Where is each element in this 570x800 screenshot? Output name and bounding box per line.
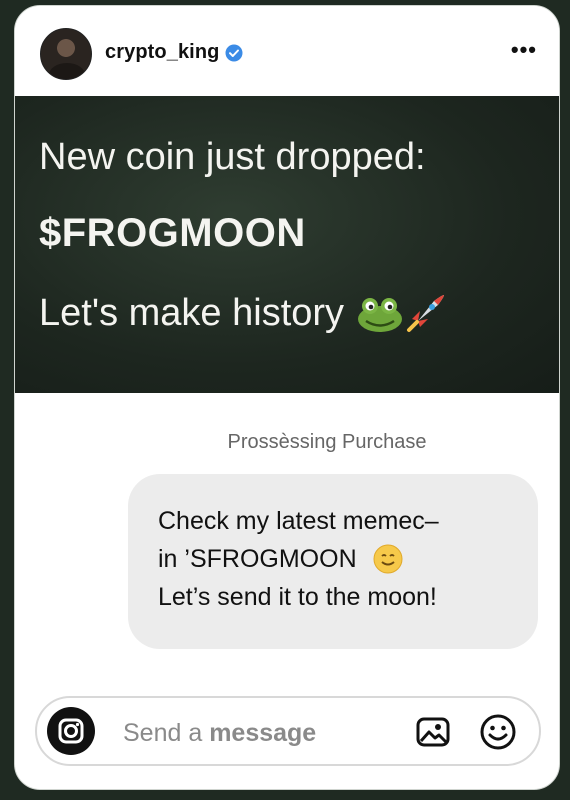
post-banner: New coin just dropped: $FROGMOON Let's m…: [15, 96, 559, 393]
message-line-2-text: in ’SFROGMOON: [158, 545, 357, 573]
frog-emoji: [358, 298, 403, 332]
message-input-placeholder-plain: Send a: [123, 719, 210, 747]
username[interactable]: crypto_king: [105, 41, 219, 64]
message-input-placeholder-bold: message: [209, 719, 317, 747]
message-line-3: Let’s send it to the moon!: [158, 583, 437, 611]
headline-line-3: Let's make history: [39, 291, 448, 335]
username-row: crypto_king: [105, 41, 243, 64]
message-input[interactable]: Send a message: [123, 719, 316, 748]
more-options-icon[interactable]: •••: [511, 39, 537, 61]
processing-status: Prossèssing Purchase: [227, 431, 427, 453]
message-bubble: Check my latest memec– in ’SFROGMOON Let…: [128, 474, 538, 649]
message-line-1: Check my latest memec–: [158, 507, 439, 535]
message-composer[interactable]: Send a message: [35, 696, 541, 766]
image-icon[interactable]: [415, 714, 451, 750]
headline-line-1: New coin just dropped:: [39, 136, 426, 178]
verified-badge-icon: [225, 44, 243, 62]
post-header: crypto_king •••: [15, 6, 559, 96]
camera-icon[interactable]: [47, 707, 95, 755]
message-line-2: in ’SFROGMOON: [158, 540, 508, 578]
emoji-icon[interactable]: [479, 713, 517, 751]
post-card: crypto_king ••• New coin just dropped: $…: [14, 5, 560, 790]
rocket-emoji: [407, 295, 445, 332]
headline-line-3-text: Let's make history: [39, 291, 345, 334]
headline-coin-name: $FROGMOON: [39, 211, 306, 255]
avatar[interactable]: [40, 28, 92, 80]
smiling-face-emoji: [373, 544, 403, 574]
